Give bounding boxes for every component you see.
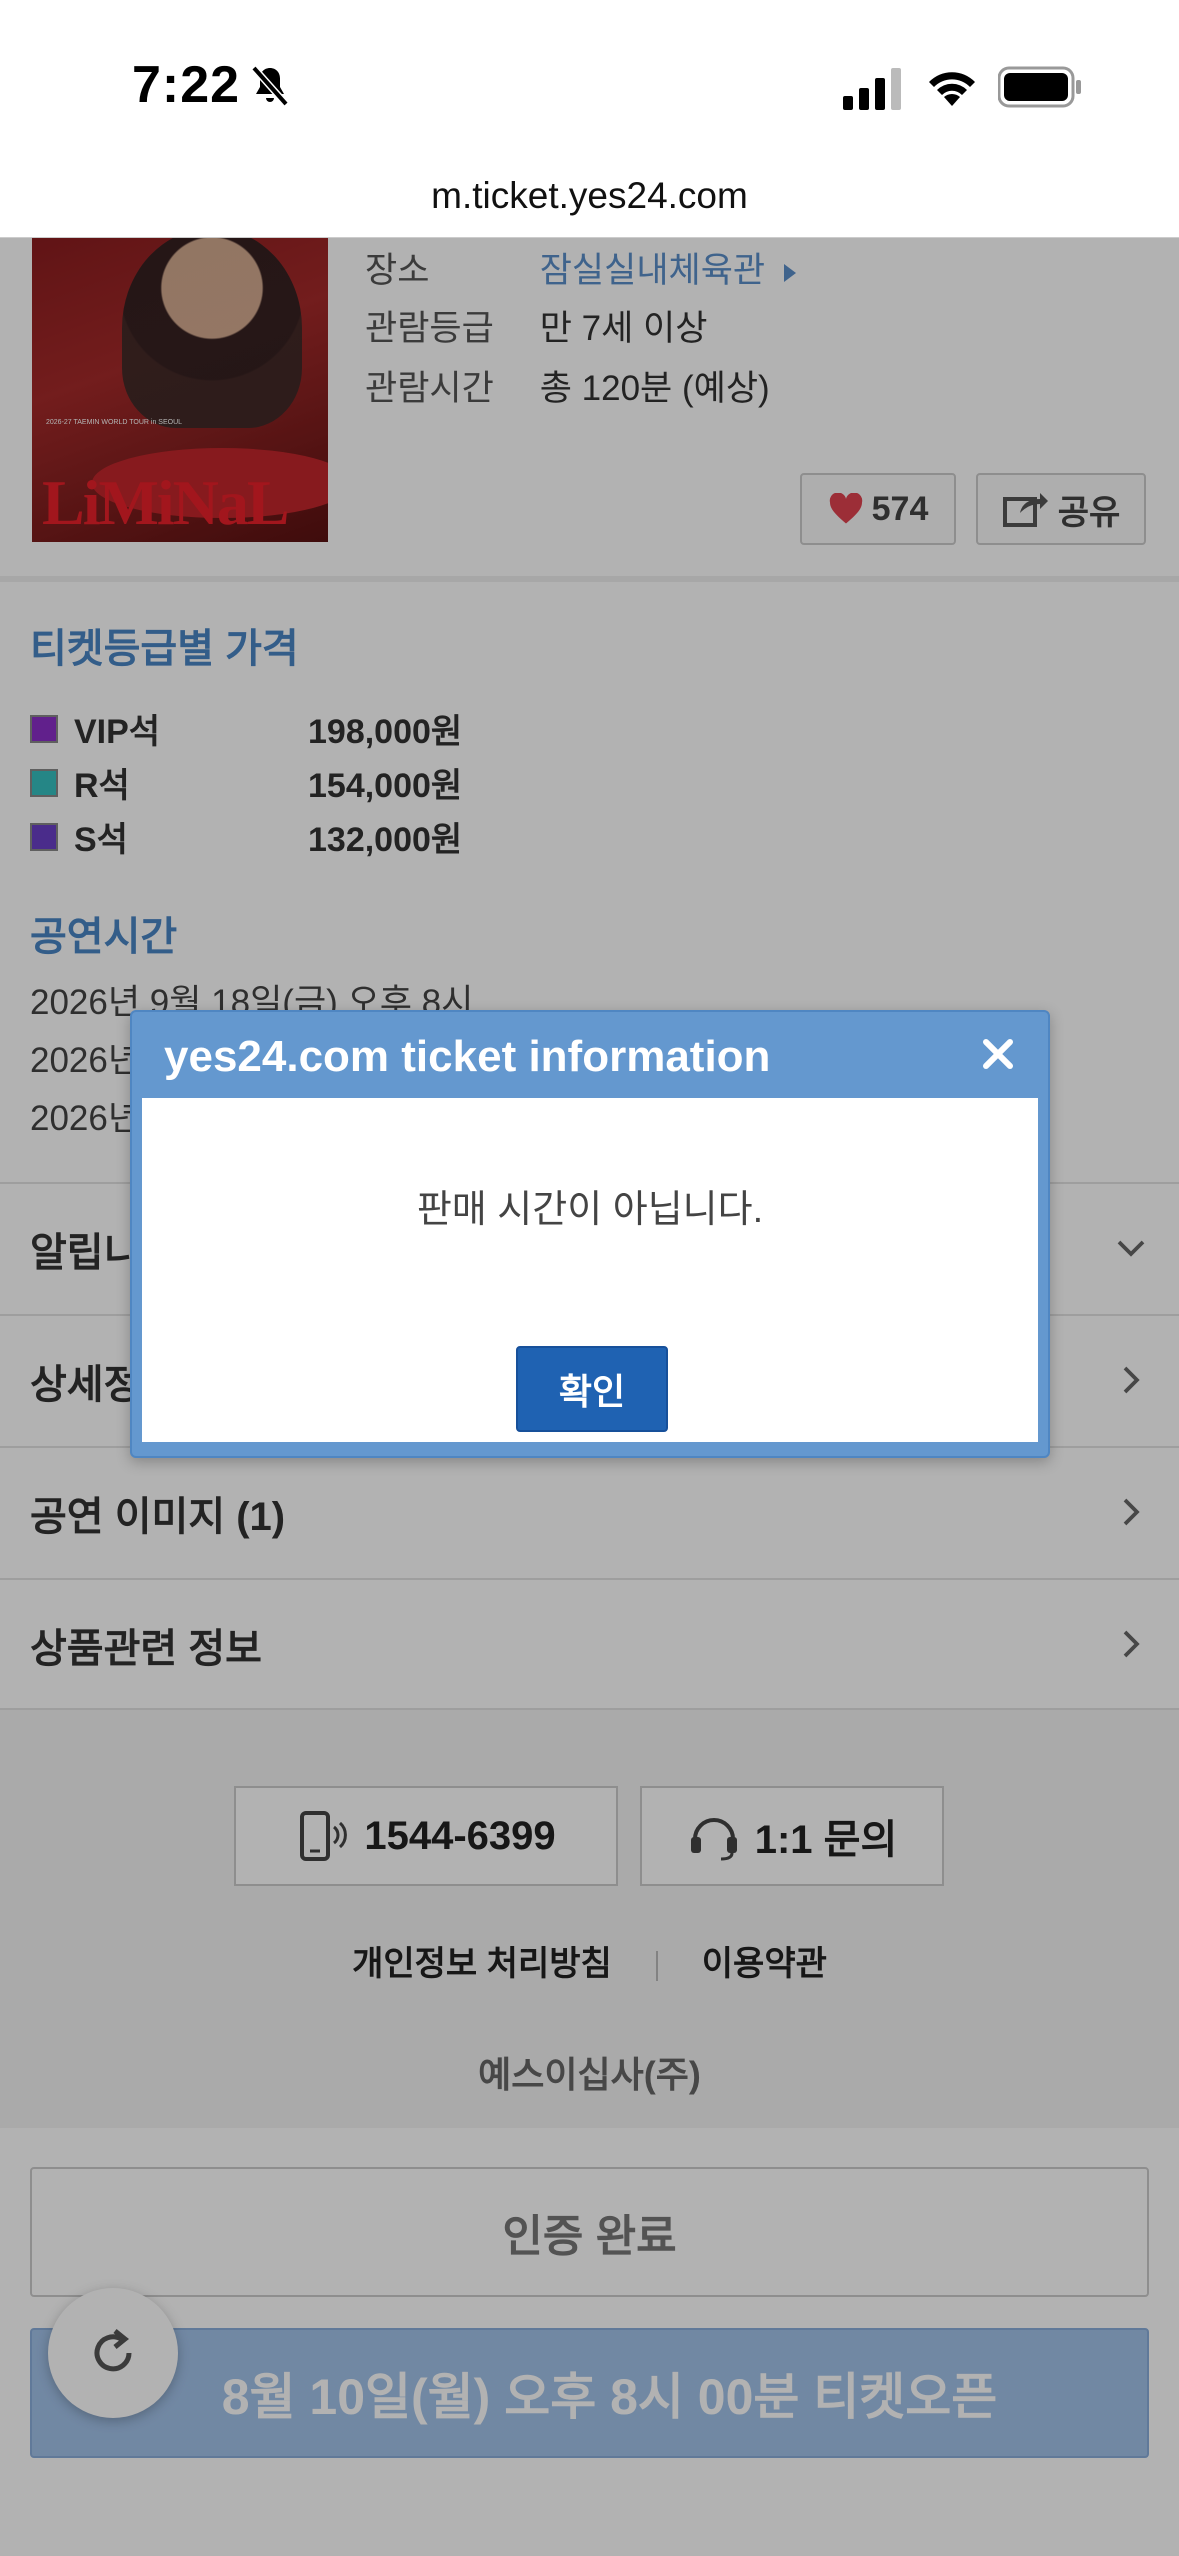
dialog-title: yes24.com ticket information bbox=[164, 1032, 771, 1081]
url-text: m.ticket.yes24.com bbox=[431, 175, 748, 216]
wifi-icon bbox=[929, 72, 975, 106]
cellular-signal-icon bbox=[843, 68, 901, 110]
status-time: 7:22 bbox=[132, 56, 241, 114]
confirm-button[interactable]: 확인 bbox=[516, 1346, 668, 1432]
ticket-info-dialog: yes24.com ticket information 판매 시간이 아닙니다… bbox=[130, 1010, 1050, 1458]
close-icon[interactable] bbox=[978, 1034, 1018, 1074]
status-bar: 7:22 bbox=[0, 0, 1179, 170]
bell-muted-icon bbox=[251, 65, 289, 107]
battery-icon bbox=[998, 66, 1081, 108]
url-bar[interactable]: m.ticket.yes24.com bbox=[0, 170, 1179, 238]
dialog-message: 판매 시간이 아닙니다. bbox=[416, 1189, 764, 1231]
dialog-body: 판매 시간이 아닙니다. 확인 bbox=[142, 1098, 1038, 1442]
